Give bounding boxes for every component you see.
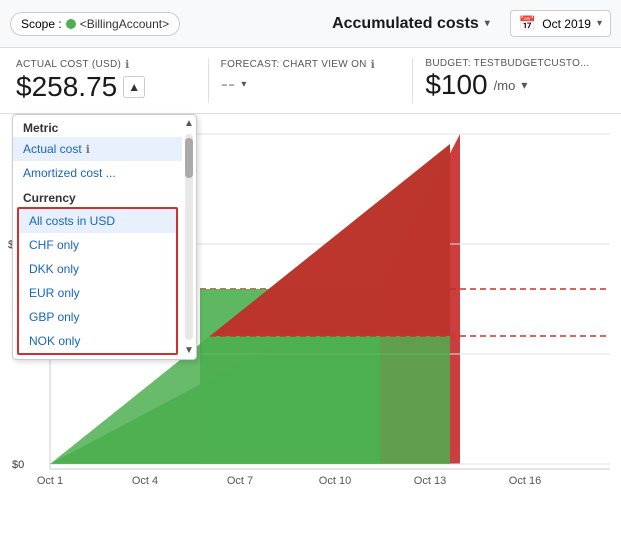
currency-gbp[interactable]: GBP only <box>19 305 176 329</box>
chart-title-area: Accumulated costs ▾ <box>332 15 490 33</box>
chart-title-chevron[interactable]: ▾ <box>485 18 490 29</box>
budget-block: BUDGET: TESTBUDGETCUSTO... $100 /mo ▾ <box>425 58 605 101</box>
metrics-bar: ACTUAL COST (USD) ℹ $258.75 ▲ FORECAST: … <box>0 48 621 114</box>
svg-text:Oct 4: Oct 4 <box>132 475 158 487</box>
chart-and-dropdown-area: $50 $0 $50 $0 <box>0 114 621 524</box>
scope-label: Scope : <box>21 17 62 31</box>
metric-amortized-cost[interactable]: Amortized cost ... <box>13 161 182 185</box>
budget-value: $100 /mo ▾ <box>425 69 605 101</box>
actual-cost-option-label: Actual cost <box>23 142 82 156</box>
budget-dropdown-icon[interactable]: ▾ <box>521 78 527 92</box>
metric-currency-dropdown: Metric Actual cost ℹ Amortized cost ... … <box>12 114 197 360</box>
actual-cost-value: $258.75 ▲ <box>16 71 196 103</box>
svg-text:Oct 13: Oct 13 <box>414 475 446 487</box>
forecast-chevron-icon[interactable]: ▾ <box>241 79 246 90</box>
currency-dkk[interactable]: DKK only <box>19 257 176 281</box>
date-picker-button[interactable]: 📅 Oct 2019 ▾ <box>510 10 611 37</box>
scope-selector[interactable]: Scope : <BillingAccount> <box>10 12 180 36</box>
scope-dot <box>66 19 76 29</box>
svg-text:Oct 1: Oct 1 <box>37 475 63 487</box>
currency-eur[interactable]: EUR only <box>19 281 176 305</box>
currency-group: All costs in USD CHF only DKK only EUR o… <box>17 207 178 355</box>
currency-section-label: Currency <box>13 185 182 207</box>
svg-text:Oct 16: Oct 16 <box>509 475 541 487</box>
scrollbar-thumb[interactable] <box>185 138 193 178</box>
currency-chf[interactable]: CHF only <box>19 233 176 257</box>
actual-cost-block: ACTUAL COST (USD) ℹ $258.75 ▲ <box>16 58 196 103</box>
forecast-label: FORECAST: CHART VIEW ON ℹ <box>221 58 401 71</box>
top-bar: Scope : <BillingAccount> Accumulated cos… <box>0 0 621 48</box>
actual-cost-label: ACTUAL COST (USD) ℹ <box>16 58 196 71</box>
currency-usd[interactable]: All costs in USD <box>19 209 176 233</box>
actual-cost-expand-button[interactable]: ▲ <box>123 76 145 98</box>
actual-cost-option-info-icon: ℹ <box>86 143 90 156</box>
chart-title-text: Accumulated costs <box>332 15 479 33</box>
metric-actual-cost[interactable]: Actual cost ℹ <box>13 137 182 161</box>
svg-text:$0: $0 <box>12 459 24 471</box>
calendar-icon: 📅 <box>519 15 536 32</box>
dropdown-inner: Metric Actual cost ℹ Amortized cost ... … <box>13 115 182 359</box>
dropdown-scrollbar: ▲ ▼ <box>182 115 196 359</box>
forecast-block: FORECAST: CHART VIEW ON ℹ -- ▾ <box>221 58 401 97</box>
forecast-value: -- ▾ <box>221 71 401 97</box>
date-chevron-icon: ▾ <box>597 18 602 29</box>
forecast-info-icon[interactable]: ℹ <box>371 58 375 71</box>
divider-1 <box>208 58 209 103</box>
scrollbar-down-arrow[interactable]: ▼ <box>182 342 196 359</box>
svg-text:Oct 10: Oct 10 <box>319 475 351 487</box>
actual-cost-info-icon[interactable]: ℹ <box>125 58 129 71</box>
amortized-cost-option-label: Amortized cost ... <box>23 166 116 180</box>
currency-nok[interactable]: NOK only <box>19 329 176 353</box>
metric-section-label: Metric <box>13 115 182 137</box>
scrollbar-up-arrow[interactable]: ▲ <box>182 115 196 132</box>
date-label: Oct 2019 <box>542 17 591 31</box>
divider-2 <box>412 58 413 103</box>
budget-label: BUDGET: TESTBUDGETCUSTO... <box>425 58 605 69</box>
scope-account: <BillingAccount> <box>80 17 169 31</box>
svg-text:Oct 7: Oct 7 <box>227 475 253 487</box>
